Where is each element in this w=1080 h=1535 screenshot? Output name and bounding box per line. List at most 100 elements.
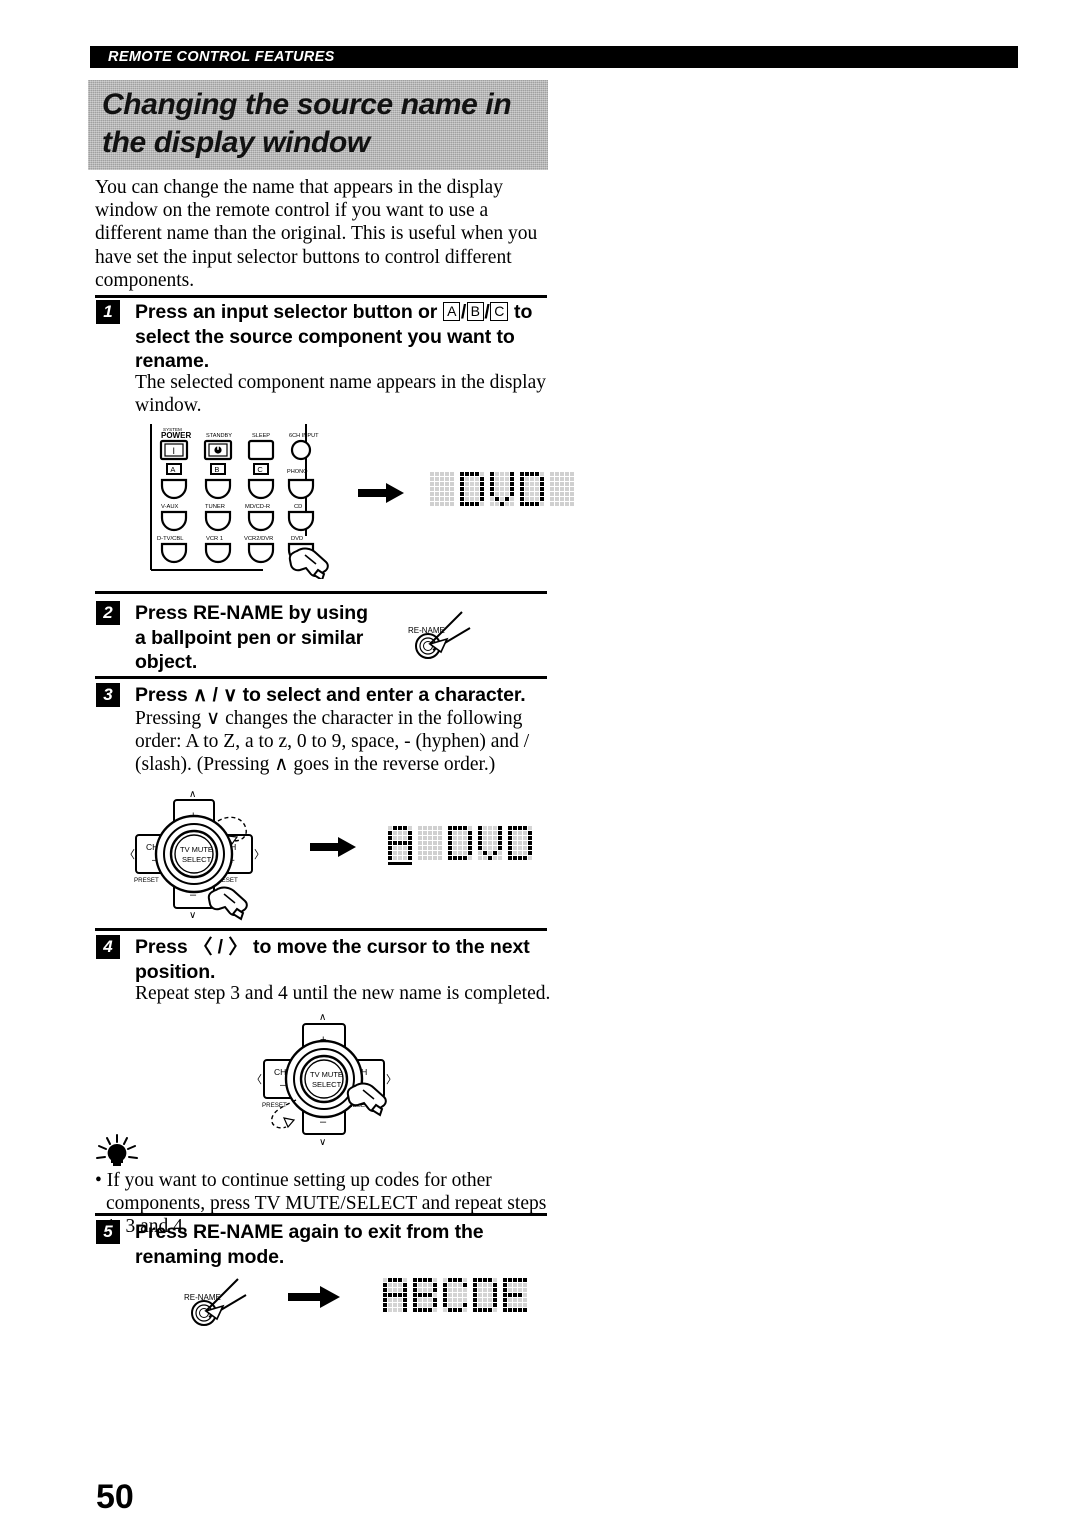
- step-3-arrow-icon: [310, 836, 356, 858]
- svg-text:A: A: [170, 465, 175, 474]
- svg-text:PRESET: PRESET: [262, 1102, 287, 1109]
- tip-bullet: •: [95, 1170, 102, 1191]
- svg-text:TUNER: TUNER: [205, 504, 225, 510]
- svg-text:∧: ∧: [319, 1012, 326, 1023]
- svg-text:6CH INPUT: 6CH INPUT: [289, 433, 319, 439]
- display-window-step-5: [383, 1278, 527, 1312]
- svg-text:CH: CH: [274, 1067, 286, 1077]
- page-number: 50: [96, 1478, 134, 1516]
- step-4-body: Repeat step 3 and 4 until the new name i…: [135, 983, 551, 1004]
- running-head-bar: REMOTE CONTROL FEATURES: [90, 46, 1018, 68]
- lcd-character: [388, 826, 412, 860]
- lcd-character: [448, 826, 472, 860]
- svg-text:SELECT: SELECT: [312, 1080, 342, 1089]
- sep-1: /: [460, 301, 467, 323]
- step-1-number: 1: [96, 300, 120, 324]
- re-name-pen-figure-step-5: RE-NAME: [176, 1273, 266, 1331]
- step-2-rule: [95, 591, 547, 594]
- svg-text:TV MUTE: TV MUTE: [310, 1070, 343, 1079]
- step-2-number: 2: [96, 601, 120, 625]
- step-5-rule: [95, 1213, 547, 1216]
- lcd-character: [473, 1278, 497, 1312]
- nav-wheel-figure-step-4: + TV VOL ∧ TV VOL – ∨ CH – PRESET 〈 CH +…: [240, 1008, 405, 1148]
- intro-paragraph: You can change the name that appears in …: [95, 177, 538, 291]
- svg-text:D-TV/CBL: D-TV/CBL: [157, 536, 184, 542]
- step-3-rule: [95, 676, 547, 679]
- lcd-character: [478, 826, 502, 860]
- display-window-step-1: [430, 472, 574, 506]
- manual-page: REMOTE CONTROL FEATURES Changing the sou…: [0, 0, 1080, 1535]
- step-5-number: 5: [96, 1220, 120, 1244]
- svg-text:SLEEP: SLEEP: [252, 433, 270, 439]
- display-window-step-3: [388, 826, 532, 865]
- lcd-character: [430, 472, 454, 506]
- lcd-character: [413, 1278, 437, 1312]
- svg-text:CD: CD: [294, 504, 302, 510]
- svg-text:VCR2/DVR: VCR2/DVR: [244, 536, 273, 542]
- step-4-rule: [95, 928, 547, 931]
- sep-2: /: [484, 301, 490, 323]
- down-arrow-icon: ∨: [223, 684, 238, 706]
- lcd-character: [520, 472, 544, 506]
- nav-wheel-figure-step-3: + TV VOL ∧ TV VOL – ∨ CH – PRESET 〈 CH +…: [118, 786, 273, 921]
- svg-text:PHONO: PHONO: [287, 469, 308, 475]
- step-4-number: 4: [96, 935, 120, 959]
- lcd-cursor: [388, 862, 412, 865]
- svg-text:B: B: [214, 465, 219, 474]
- left-arrow-icon: 〈: [192, 936, 213, 958]
- lcd-character: [443, 1278, 467, 1312]
- lcd-character: [418, 826, 442, 860]
- step-5-heading: Press RE-NAME again to exit from the ren…: [135, 1221, 484, 1268]
- svg-text:〈: 〈: [251, 1073, 262, 1086]
- section-title-band: Changing the source name in the display …: [88, 80, 548, 170]
- right-arrow-icon: 〉: [228, 936, 248, 958]
- svg-text:〉: 〉: [254, 848, 265, 861]
- step-1-rule: [95, 295, 547, 298]
- svg-text:STANDBY: STANDBY: [206, 433, 232, 439]
- section-title: Changing the source name in the display …: [102, 88, 512, 159]
- svg-text:∧: ∧: [189, 789, 196, 800]
- svg-text:∨: ∨: [189, 910, 196, 921]
- step-3-slash: /: [207, 684, 224, 706]
- running-head-text: REMOTE CONTROL FEATURES: [108, 49, 335, 65]
- svg-text:VCR 1: VCR 1: [206, 536, 223, 542]
- lcd-character: [383, 1278, 407, 1312]
- svg-text:〉: 〉: [386, 1073, 397, 1086]
- svg-text:SELECT: SELECT: [182, 855, 212, 864]
- button-b-box: B: [466, 302, 484, 321]
- button-a-box: A: [443, 302, 461, 321]
- svg-text:C: C: [257, 465, 263, 474]
- svg-text:∨: ∨: [319, 1137, 326, 1148]
- step-2-heading: Press RE-NAME by using a ballpoint pen o…: [135, 602, 368, 673]
- svg-text:PRESET: PRESET: [134, 877, 159, 884]
- lcd-character: [550, 472, 574, 506]
- step-4-heading-pre: Press: [135, 936, 193, 958]
- lcd-character: [508, 826, 532, 860]
- step-3-heading: Press ∧ / ∨ to select and enter a charac…: [135, 683, 547, 708]
- svg-text:TV MUTE: TV MUTE: [180, 845, 213, 854]
- svg-text:DVD: DVD: [291, 536, 303, 542]
- light-bulb-icon: [94, 1134, 140, 1174]
- step-5-arrow-icon: [288, 1285, 340, 1309]
- re-name-pen-figure-step-2: RE-NAME: [400, 606, 490, 664]
- step-3-body: Pressing ∨ changes the character in the …: [135, 708, 530, 776]
- svg-text:MD/CD-R: MD/CD-R: [245, 504, 270, 510]
- lcd-character: [460, 472, 484, 506]
- step-1-heading-part-a: Press an input selector button or: [135, 301, 443, 323]
- svg-text:I: I: [173, 446, 176, 456]
- step-4-heading: Press 〈 / 〉 to move the cursor to the ne…: [135, 935, 547, 984]
- lcd-character: [503, 1278, 527, 1312]
- remote-control-figure: SYSTEM POWER STANDBY SLEEP 6CH INPUT I A…: [143, 424, 333, 579]
- step-3-heading-pre: Press: [135, 684, 193, 706]
- button-c-box: C: [490, 302, 509, 321]
- step-1-heading: Press an input selector button or A / B / C …: [135, 300, 547, 374]
- step-4-slash: /: [212, 936, 229, 958]
- svg-text:V-AUX: V-AUX: [161, 504, 179, 510]
- step-3-number: 3: [96, 683, 120, 707]
- lcd-character: [490, 472, 514, 506]
- svg-text:POWER: POWER: [161, 431, 191, 440]
- step-3-heading-post: to select and enter a character.: [237, 684, 526, 706]
- up-arrow-icon: ∧: [192, 684, 208, 706]
- step-1-body: The selected component name appears in t…: [135, 372, 546, 417]
- step-1-arrow-icon: [358, 482, 404, 504]
